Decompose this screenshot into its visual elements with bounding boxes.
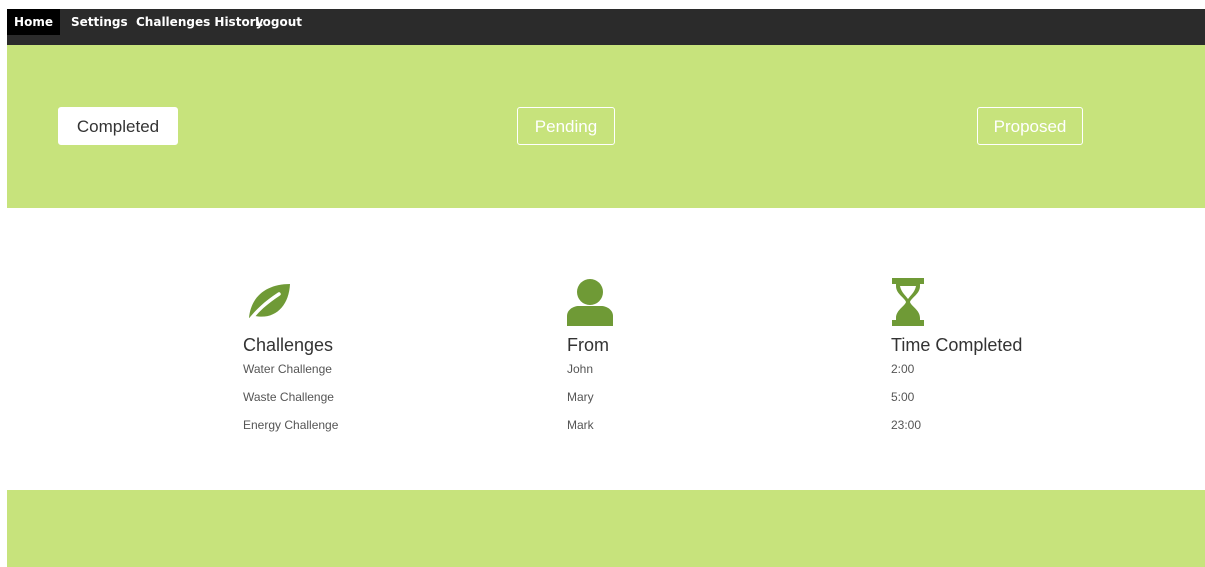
time-column: Time Completed 2:00 5:00 23:00 <box>891 278 1022 432</box>
from-row: Mark <box>567 418 594 432</box>
from-header: From <box>567 335 609 355</box>
challenge-row: Energy Challenge <box>243 418 339 432</box>
user-icon <box>567 279 613 326</box>
time-row: 2:00 <box>891 362 915 376</box>
nav-logout[interactable]: Logout <box>255 9 302 35</box>
tab-proposed[interactable]: Proposed <box>977 107 1083 145</box>
time-row: 23:00 <box>891 418 922 432</box>
from-column: From John Mary Mark <box>567 278 615 432</box>
time-row: 5:00 <box>891 390 915 404</box>
footer-band <box>7 490 1205 567</box>
time-completed-header: Time Completed <box>891 335 1023 355</box>
app-frame: Home Settings Challenges History Logout … <box>7 9 1205 567</box>
tab-banner: Completed Pending Proposed <box>7 45 1205 208</box>
tab-completed[interactable]: Completed <box>58 107 178 145</box>
from-row: John <box>567 362 594 376</box>
from-row: Mary <box>567 390 594 404</box>
challenges-header: Challenges <box>243 335 334 355</box>
challenge-row: Water Challenge <box>243 362 332 376</box>
challenge-row: Waste Challenge <box>243 390 334 404</box>
hourglass-icon <box>892 278 924 326</box>
top-navbar: Home Settings Challenges History Logout <box>7 9 1205 45</box>
nav-challenges-history[interactable]: Challenges History <box>136 9 263 35</box>
nav-settings[interactable]: Settings <box>71 9 128 35</box>
challenges-column: Challenges Water Challenge Waste Challen… <box>243 278 338 432</box>
leaf-icon <box>245 284 290 326</box>
tab-pending[interactable]: Pending <box>517 107 615 145</box>
nav-home[interactable]: Home <box>7 9 60 35</box>
